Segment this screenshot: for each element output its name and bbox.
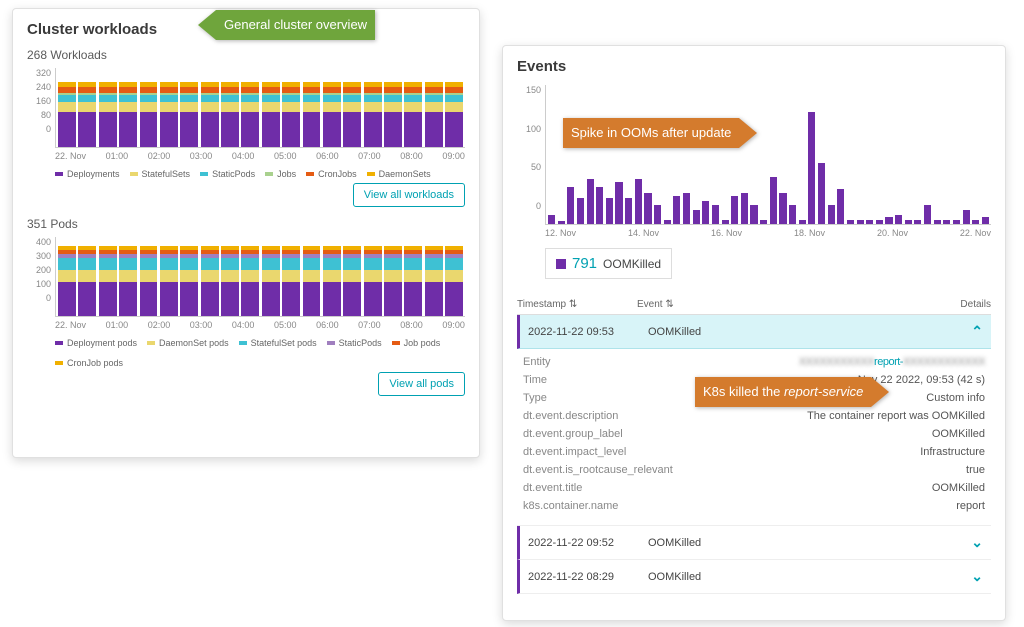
workloads-yaxis: 320240160800 xyxy=(27,68,51,148)
pods-chart[interactable] xyxy=(55,237,465,317)
workloads-xaxis: 22. Nov01:0002:0003:0004:0005:0006:0007:… xyxy=(55,151,465,161)
pods-subtitle: 351 Pods xyxy=(27,217,465,231)
view-all-workloads-button[interactable]: View all workloads xyxy=(353,183,465,207)
event-name: OOMKilled xyxy=(648,326,971,338)
events-legend-label: OOMKilled xyxy=(603,257,661,271)
events-table-header: Timestamp ⇅ Event ⇅ Details xyxy=(517,295,991,315)
events-count: 791 xyxy=(572,255,597,272)
legend-swatch xyxy=(556,259,566,269)
event-row[interactable]: 2022-11-22 08:29OOMKilled⌄ xyxy=(517,560,991,594)
annotation-killed: K8s killed the report-service xyxy=(695,377,889,407)
events-legend[interactable]: 791 OOMKilled xyxy=(545,248,672,279)
th-timestamp[interactable]: Timestamp ⇅ xyxy=(517,299,637,310)
events-title: Events xyxy=(517,58,991,75)
events-xaxis: 12. Nov14. Nov16. Nov18. Nov20. Nov22. N… xyxy=(545,228,991,238)
chevron-down-icon: ⌄ xyxy=(971,568,983,585)
events-chart[interactable] xyxy=(545,85,991,225)
chevron-up-icon: ⌃ xyxy=(971,323,983,340)
event-row[interactable]: 2022-11-22 09:52OOMKilled⌄ xyxy=(517,526,991,560)
chevron-down-icon: ⌄ xyxy=(971,534,983,551)
annotation-overview: General cluster overview xyxy=(198,10,375,40)
event-timestamp: 2022-11-22 09:53 xyxy=(528,326,648,338)
workloads-chart[interactable] xyxy=(55,68,465,148)
annotation-spike: Spike in OOMs after update xyxy=(563,118,757,148)
workloads-subtitle: 268 Workloads xyxy=(27,48,465,62)
workloads-legend: DeploymentsStatefulSetsStaticPodsJobsCro… xyxy=(55,169,465,179)
th-details: Details xyxy=(960,299,991,310)
view-all-pods-button[interactable]: View all pods xyxy=(378,372,465,396)
event-row-expanded[interactable]: 2022-11-22 09:53 OOMKilled ⌃ xyxy=(517,315,991,349)
pods-yaxis: 4003002001000 xyxy=(27,237,51,317)
events-yaxis: 150100500 xyxy=(517,85,541,225)
event-detail-panel: EntityXXXXXXXXXXXreport-XXXXXXXXXXXXTime… xyxy=(517,349,991,526)
th-event[interactable]: Event ⇅ xyxy=(637,299,960,310)
pods-legend: Deployment podsDaemonSet podsStatefulSet… xyxy=(55,338,465,368)
pods-xaxis: 22. Nov01:0002:0003:0004:0005:0006:0007:… xyxy=(55,320,465,330)
cluster-workloads-card: Cluster workloads 268 Workloads 32024016… xyxy=(12,8,480,458)
